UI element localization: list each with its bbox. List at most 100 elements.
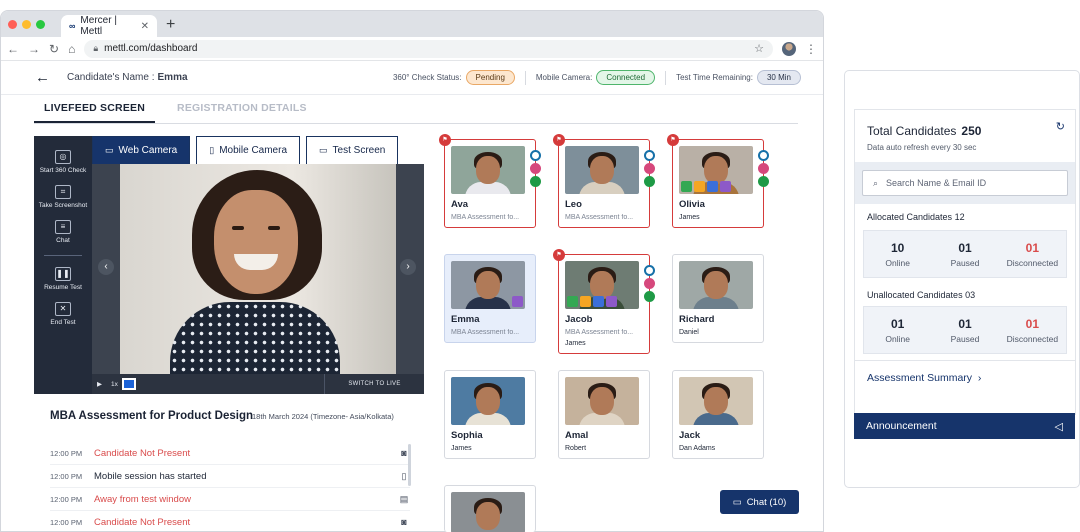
tab-test-screen[interactable]: ▭ Test Screen (306, 136, 399, 164)
take-screenshot-button[interactable]: ⌗ Take Screenshot (39, 185, 87, 209)
person-badge-icon (644, 163, 655, 174)
next-arrow-icon[interactable]: › (400, 259, 416, 275)
chat-tool-button[interactable]: ≡ Chat (55, 220, 71, 244)
flag-icon: ⚑ (439, 134, 451, 146)
mobile-badge-icon (758, 176, 769, 187)
candidate-name: Olivia (679, 199, 705, 210)
person-badge-icon (530, 163, 541, 174)
reload-icon[interactable]: ↻ (49, 42, 59, 56)
resume-test-button[interactable]: ❚❚ Resume Test (44, 267, 82, 291)
maximize-window-button[interactable] (36, 20, 45, 29)
webcam-feed: ‹ › (92, 164, 424, 374)
log-row[interactable]: 12:00 PM Away from test window ▤ (50, 488, 410, 511)
progress-handle[interactable] (121, 378, 136, 390)
log-time: 12:00 PM (50, 494, 83, 504)
switch-to-live-button[interactable]: SWITCH TO LIVE (324, 374, 424, 394)
forward-icon[interactable]: → (28, 42, 40, 56)
url-field[interactable]: 🔒︎ mettl.com/dashboard ☆ (84, 39, 773, 58)
close-window-button[interactable] (8, 20, 17, 29)
browser-tab-title: Mercer | Mettl (80, 15, 117, 37)
candidate-card-selected[interactable]: Emma MBA Assessment fo... (444, 254, 536, 343)
screen-icon (593, 296, 604, 307)
profile-avatar[interactable] (782, 41, 796, 56)
candidate-thumbnail (565, 146, 639, 194)
candidate-name: Sophia (451, 430, 483, 441)
log-scrollbar[interactable] (408, 444, 411, 486)
candidate-thumbnail (565, 377, 639, 425)
candidate-proctor: Robert (565, 445, 587, 452)
browser-menu-icon[interactable]: ⋮ (805, 42, 817, 56)
tool-label: End Test (50, 319, 76, 326)
mobile-icon: ▯ (209, 145, 215, 155)
person-badge-icon (644, 278, 655, 289)
chat-icon (567, 296, 578, 307)
divider (44, 255, 82, 256)
candidate-name: Amal (565, 430, 589, 441)
mobile-badge-icon (644, 291, 655, 302)
mobile-camera-badge: Connected (596, 70, 656, 85)
candidate-card[interactable]: ⚑ Leo MBA Assessment fo... (553, 134, 655, 228)
stat-online[interactable]: 01 Online (864, 307, 931, 353)
tab-label: Test Screen (332, 145, 386, 156)
play-icon[interactable]: ▶ (92, 380, 107, 388)
candidate-card[interactable]: Sophia James (444, 370, 536, 459)
divider (855, 360, 1075, 361)
flag-icon: ⚑ (553, 134, 565, 146)
candidate-card[interactable]: Richard Daniel (672, 254, 764, 343)
allocated-heading: Allocated Candidates 12 (867, 212, 965, 222)
candidate-name: Emma (157, 72, 188, 83)
log-row[interactable]: 12:00 PM Candidate Not Present ◙ (50, 511, 410, 532)
stat-paused[interactable]: 01 Paused (931, 307, 998, 353)
tab-registration[interactable]: REGISTRATION DETAILS (177, 95, 307, 123)
candidate-card[interactable]: Amal Robert (558, 370, 650, 459)
audio-icon (720, 181, 731, 192)
search-icon: ⌕ (873, 177, 879, 188)
candidate-card[interactable] (444, 485, 536, 532)
assessment-summary-link[interactable]: Assessment Summary › (867, 372, 981, 384)
candidate-name-label: Candidate's Name : (67, 72, 155, 83)
candidate-card[interactable]: ⚑ Ava MBA Assessment fo... (439, 134, 541, 228)
announcement-button[interactable]: Announcement ◁ (854, 413, 1075, 439)
playback-speed[interactable]: 1x (107, 381, 122, 388)
candidate-card[interactable]: Jack Dan Adams (672, 370, 764, 459)
candidate-assessment: MBA Assessment fo... (451, 329, 520, 336)
log-row[interactable]: 12:00 PM Candidate Not Present ◙ (50, 442, 410, 465)
log-text: Away from test window (94, 493, 191, 505)
tab-livefeed[interactable]: LIVEFEED SCREEN (34, 95, 156, 123)
home-icon[interactable]: ⌂ (68, 42, 75, 56)
allocated-count: 12 (954, 212, 965, 222)
candidate-thumbnail (451, 377, 525, 425)
minimize-window-button[interactable] (22, 20, 31, 29)
refresh-icon[interactable]: ↻ (1056, 120, 1065, 133)
stat-disconnected[interactable]: 01 Disconnected (999, 307, 1066, 353)
tab-web-camera[interactable]: ▭ Web Camera (92, 136, 191, 164)
candidate-thumbnail (451, 261, 525, 309)
tool-label: Chat (56, 237, 70, 244)
chat-button[interactable]: ▭ Chat (10) (720, 490, 799, 514)
unallocated-heading: Unallocated Candidates 03 (867, 290, 975, 300)
candidate-thumbnail (679, 146, 753, 194)
close-tab-icon[interactable]: ✕ (141, 21, 149, 32)
candidate-card[interactable]: ⚑ Jacob MBA Assessment fo... James (553, 249, 655, 354)
prev-arrow-icon[interactable]: ‹ (98, 259, 114, 275)
chat-icon: ▭ (732, 496, 742, 508)
divider (524, 70, 526, 85)
bookmark-star-icon[interactable]: ☆ (754, 42, 764, 55)
new-tab-icon[interactable]: + (166, 16, 175, 34)
log-row[interactable]: 12:00 PM Mobile session has started ▯ (50, 465, 410, 488)
candidate-card[interactable]: ⚑ Olivia James (667, 134, 769, 228)
stat-disconnected[interactable]: 01 Disconnected (999, 231, 1066, 277)
back-icon[interactable]: ← (7, 42, 19, 56)
search-input[interactable]: ⌕ Search Name & Email ID (862, 170, 1068, 196)
stat-paused[interactable]: 01 Paused (931, 231, 998, 277)
tab-mobile-camera[interactable]: ▯ Mobile Camera (196, 136, 301, 164)
browser-tab[interactable]: ∞ Mercer | Mettl ✕ (61, 15, 157, 37)
back-arrow-icon[interactable]: ← (35, 69, 50, 86)
megaphone-icon: ◁ (1054, 420, 1063, 433)
stat-online[interactable]: 10 Online (864, 231, 931, 277)
chat-icon: ≡ (55, 220, 71, 234)
candidate-proctor: James (565, 340, 586, 347)
start-360-check-button[interactable]: ◎ Start 360 Check (40, 150, 86, 174)
end-test-button[interactable]: ✕ End Test (50, 302, 76, 326)
candidate-header: ← Candidate's Name : Emma 360° Check Sta… (1, 61, 823, 95)
